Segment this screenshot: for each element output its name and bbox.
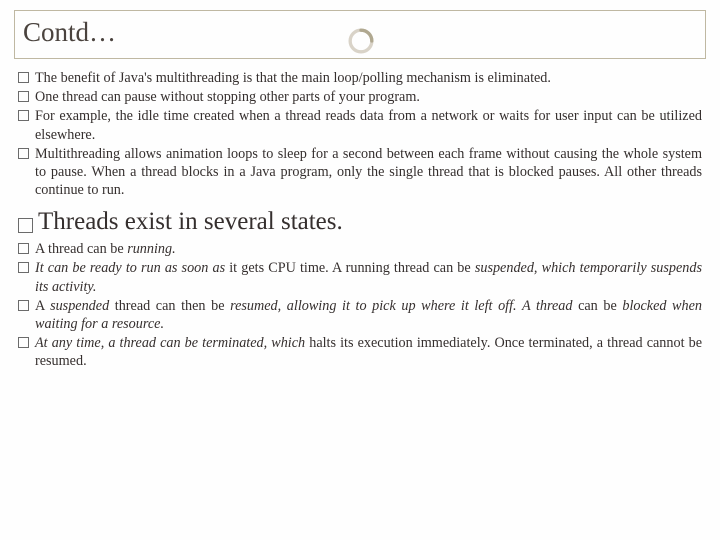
bullet-text: The benefit of Java's multithreading is … [35, 69, 702, 87]
list-item: At any time, a thread can be terminated,… [18, 334, 702, 370]
checkbox-icon [18, 91, 29, 102]
list-item: Multithreading allows animation loops to… [18, 145, 702, 200]
bullet-text: Multithreading allows animation loops to… [35, 145, 702, 200]
slide: Contd… The benefit of Java's multithread… [0, 0, 720, 540]
checkbox-icon [18, 110, 29, 121]
section-title-text: Threads exist in several states. [38, 208, 343, 236]
list-item: A suspended thread can then be resumed, … [18, 297, 702, 333]
bullet-text: A suspended thread can then be resumed, … [35, 297, 702, 333]
bullet-text: At any time, a thread can be terminated,… [35, 334, 702, 370]
section-heading: Threads exist in several states. [18, 208, 702, 236]
bullet-text: For example, the idle time created when … [35, 107, 702, 143]
list-item: For example, the idle time created when … [18, 107, 702, 143]
checkbox-icon [18, 262, 29, 273]
list-item: The benefit of Java's multithreading is … [18, 69, 702, 87]
checkbox-icon [18, 300, 29, 311]
list-item: One thread can pause without stopping ot… [18, 88, 702, 106]
checkbox-icon [18, 337, 29, 348]
checkbox-icon [18, 72, 29, 83]
bullet-text: A thread can be running. [35, 240, 702, 258]
checkbox-icon [18, 243, 29, 254]
loading-spinner-icon [346, 26, 376, 56]
slide-body: The benefit of Java's multithreading is … [0, 69, 720, 370]
list-item: It can be ready to run as soon as it get… [18, 259, 702, 295]
bullet-text: It can be ready to run as soon as it get… [35, 259, 702, 295]
list-item: A thread can be running. [18, 240, 702, 258]
checkbox-icon [18, 218, 33, 233]
bullet-text: One thread can pause without stopping ot… [35, 88, 702, 106]
checkbox-icon [18, 148, 29, 159]
